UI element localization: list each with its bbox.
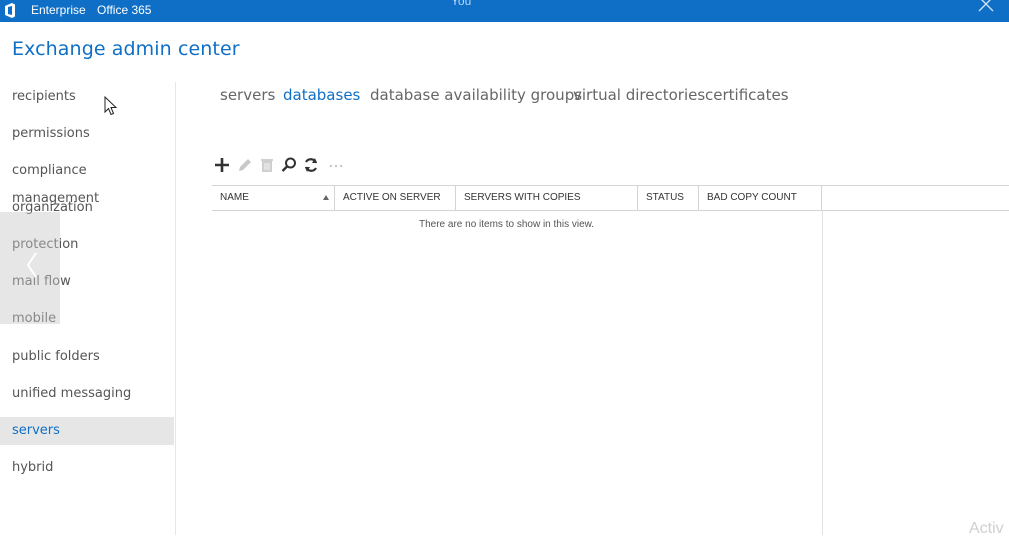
details-pane-divider (822, 211, 823, 535)
tab-servers[interactable]: servers (220, 86, 275, 104)
nav-item-unified-messaging[interactable]: unified messaging (0, 380, 174, 408)
column-label: SERVERS WITH COPIES (464, 192, 581, 203)
column-header-bad-copy-count[interactable]: BAD COPY COUNT (699, 186, 822, 210)
column-header-servers-with-copies[interactable]: SERVERS WITH COPIES (456, 186, 638, 210)
column-label: ACTIVE ON SERVER (343, 192, 441, 203)
search-icon[interactable] (280, 156, 298, 174)
office365-link[interactable]: Office 365 (97, 3, 151, 17)
tab-database-availability-groups[interactable]: database availability groups (370, 86, 582, 104)
column-header-status[interactable]: STATUS (638, 186, 699, 210)
suite-header: Enterprise Office 365 You (0, 0, 1009, 22)
nav-item-permissions[interactable]: permissions (0, 120, 174, 148)
nav-divider (175, 82, 176, 535)
user-name[interactable]: You (451, 0, 471, 8)
column-label: NAME (220, 192, 249, 203)
close-icon[interactable] (977, 0, 995, 13)
office-logo-icon[interactable] (4, 3, 16, 18)
refresh-icon[interactable] (302, 156, 320, 174)
edit-icon[interactable] (236, 156, 254, 174)
column-header-active-on-server[interactable]: ACTIVE ON SERVER (335, 186, 456, 210)
column-label: STATUS (646, 192, 684, 203)
chevron-left-icon (26, 252, 37, 278)
delete-icon[interactable] (258, 156, 276, 174)
table-header: NAME ACTIVE ON SERVER SERVERS WITH COPIE… (212, 185, 1009, 211)
nav-item-recipients[interactable]: recipients (0, 83, 174, 111)
nav-item-public-folders[interactable]: public folders (0, 343, 174, 371)
activation-watermark: Activ (969, 520, 1004, 537)
brand-label[interactable]: Enterprise (31, 3, 86, 17)
empty-list-message: There are no items to show in this view. (419, 219, 595, 230)
toolbar (212, 156, 352, 176)
add-icon[interactable] (213, 156, 231, 174)
column-header-name[interactable]: NAME (212, 186, 335, 210)
nav-item-servers[interactable]: servers (0, 417, 174, 445)
column-label: BAD COPY COUNT (707, 192, 797, 203)
page-title: Exchange admin center (12, 38, 240, 60)
tab-databases[interactable]: databases (283, 86, 360, 104)
nav-item-compliance-management[interactable]: compliance management (0, 157, 174, 206)
tab-certificates[interactable]: certificates (705, 86, 789, 104)
more-icon[interactable] (327, 156, 345, 174)
tab-virtual-directories[interactable]: virtual directories (573, 86, 705, 104)
mouse-cursor-icon (104, 96, 118, 116)
databases-list: NAME ACTIVE ON SERVER SERVERS WITH COPIE… (212, 185, 1009, 535)
sort-ascending-icon (323, 195, 329, 200)
nav-item-hybrid[interactable]: hybrid (0, 454, 174, 482)
collapse-nav-handle[interactable] (0, 212, 60, 324)
